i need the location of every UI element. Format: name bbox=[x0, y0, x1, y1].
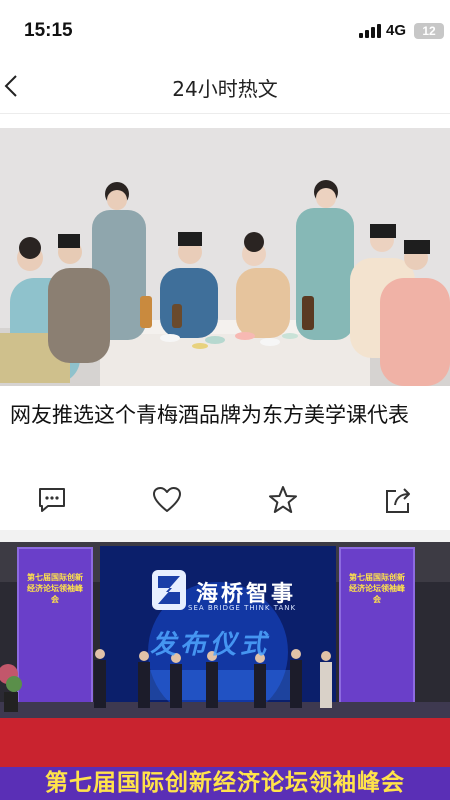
favorite-button[interactable] bbox=[267, 484, 299, 516]
article-image[interactable] bbox=[0, 128, 450, 386]
comment-button[interactable] bbox=[36, 484, 68, 516]
status-time: 15:15 bbox=[24, 20, 73, 41]
star-icon bbox=[269, 486, 297, 513]
network-type: 4G bbox=[386, 22, 407, 39]
nav-bar: 24小时热文 bbox=[0, 58, 450, 114]
battery-icon: 12 bbox=[414, 23, 444, 39]
event-banner: 第七届国际创新经济论坛领袖峰会 bbox=[0, 767, 450, 800]
article-image[interactable]: 第七届国际创新经济论坛领袖峰会 第七届国际创新经济论坛领袖峰会 海桥智事 SEA… bbox=[0, 542, 450, 800]
article-headline[interactable]: 网友推选这个青梅酒品牌为东方美学课代表 bbox=[10, 400, 440, 430]
comment-icon bbox=[39, 488, 65, 512]
article-actions bbox=[0, 478, 450, 524]
screen-launch-text: 发布仪式 bbox=[150, 630, 271, 660]
heart-icon bbox=[153, 487, 181, 512]
page-title: 24小时热文 bbox=[172, 77, 278, 101]
signal-icon bbox=[359, 24, 381, 38]
panel-text-left: 第七届国际创新经济论坛领袖峰会 bbox=[27, 573, 83, 604]
share-button[interactable] bbox=[382, 484, 414, 516]
panel-text-right: 第七届国际创新经济论坛领袖峰会 bbox=[349, 573, 405, 604]
share-icon bbox=[386, 488, 410, 513]
article-divider bbox=[0, 530, 450, 542]
status-bar: 15:15 4G 12 bbox=[0, 0, 450, 58]
like-button[interactable] bbox=[151, 484, 183, 516]
screen-logo-subtitle: SEA BRIDGE THINK TANK bbox=[188, 604, 297, 612]
